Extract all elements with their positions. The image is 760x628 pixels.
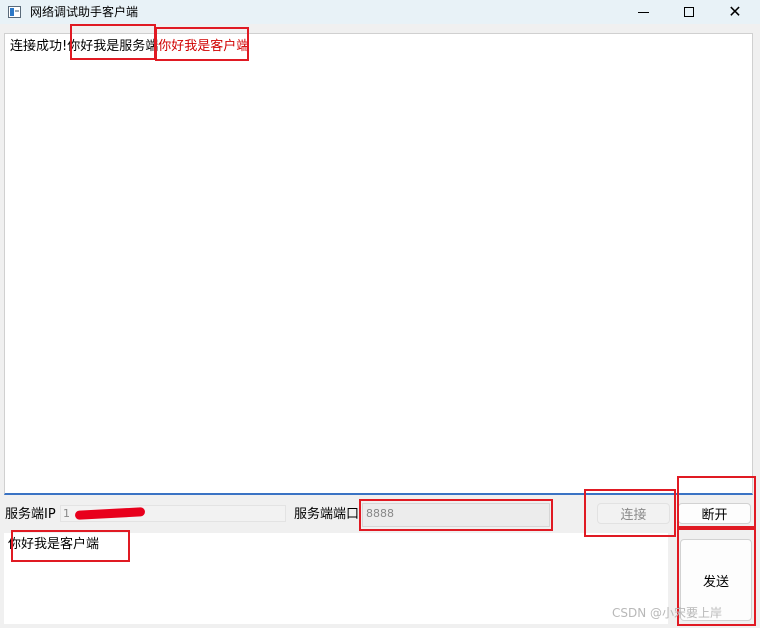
- minimize-button[interactable]: [620, 0, 666, 24]
- window-app-icon: [8, 6, 21, 18]
- server-ip-value: 1: [63, 507, 70, 520]
- server-ip-label: 服务端IP: [5, 507, 56, 522]
- redaction-scribble: [74, 507, 146, 520]
- connect-status-text: 连接成功!: [10, 39, 68, 54]
- close-button[interactable]: ✕: [712, 0, 758, 24]
- watermark: CSDN @小宋要上岸: [612, 606, 723, 620]
- server-ip-input[interactable]: 1: [60, 505, 286, 522]
- send-text: 你好我是客户端: [8, 537, 100, 552]
- connect-button[interactable]: 连接: [597, 503, 670, 524]
- receive-text-area[interactable]: 连接成功!你好我是服务端你好我是客户端: [4, 33, 753, 495]
- server-port-input[interactable]: 8888: [362, 503, 550, 527]
- client-message: 你好我是客户端: [158, 39, 250, 54]
- maximize-button[interactable]: [666, 0, 712, 24]
- send-text-area[interactable]: 你好我是客户端: [4, 533, 668, 624]
- disconnect-button[interactable]: 断开: [678, 503, 751, 524]
- server-port-label: 服务端端口: [294, 507, 360, 522]
- server-message: 你好我是服务端: [67, 39, 159, 54]
- window-title: 网络调试助手客户端: [30, 5, 139, 19]
- minimize-icon: [637, 11, 649, 13]
- close-icon: ✕: [728, 2, 742, 21]
- receive-line: 连接成功!你好我是服务端你好我是客户端: [10, 38, 249, 56]
- maximize-icon: [684, 7, 694, 17]
